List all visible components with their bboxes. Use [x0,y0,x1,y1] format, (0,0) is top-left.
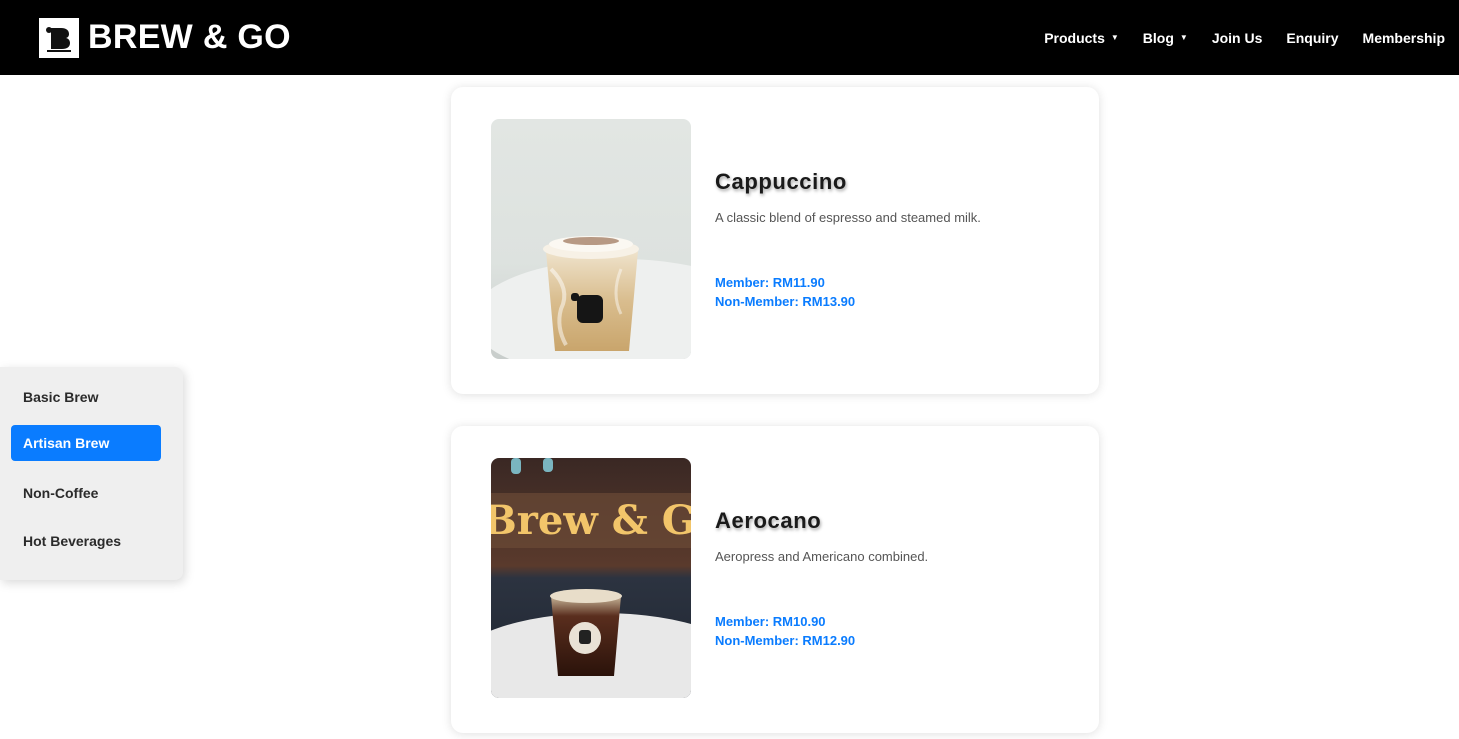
category-sidebar: Basic Brew Artisan Brew Non-Coffee Hot B… [0,367,183,580]
main-nav: Products ▼ Blog ▼ Join Us Enquiry Member… [1020,26,1445,50]
product-photo-aerocano: Brew & Go [491,458,691,698]
nav-label: Blog [1142,30,1174,46]
nav-join-us[interactable]: Join Us [1212,26,1263,50]
non-member-price: Non-Member: RM13.90 [715,294,856,309]
site-header: BREW & GO Products ▼ Blog ▼ Join Us Enqu… [0,0,1459,75]
nav-products[interactable]: Products ▼ [1044,26,1119,50]
shop-sign: Brew & Go [491,497,691,544]
member-price: Member: RM10.90 [715,614,826,629]
nav-label: Join Us [1211,30,1263,46]
product-name: Cappuccino [715,169,847,194]
nav-membership[interactable]: Membership [1363,26,1445,50]
non-member-price: Non-Member: RM12.90 [715,633,856,648]
caret-down-icon: ▼ [1179,33,1188,42]
product-photo-cappuccino [491,119,691,359]
caret-down-icon: ▼ [1110,33,1119,42]
nav-enquiry[interactable]: Enquiry [1286,26,1338,50]
sidebar-item-artisan-brew[interactable]: Artisan Brew [11,425,161,461]
brand-name[interactable]: BREW & GO [88,17,291,57]
product-description: A classic blend of espresso and steamed … [715,210,981,225]
member-price: Member: RM11.90 [715,275,825,290]
sidebar-item-hot-beverages[interactable]: Hot Beverages [11,523,161,559]
nav-label: Enquiry [1286,30,1339,46]
product-card: Cappuccino A classic blend of espresso a… [451,87,1099,394]
product-name: Aerocano [715,508,822,533]
nav-label: Products [1044,30,1105,46]
product-description: Aeropress and Americano combined. [715,549,929,564]
product-card: Brew & Go Aerocano Aeropress and America… [451,426,1099,733]
nav-blog[interactable]: Blog ▼ [1143,26,1188,50]
sidebar-item-basic-brew[interactable]: Basic Brew [11,379,161,415]
nav-label: Membership [1362,30,1445,46]
brand-logo-icon[interactable] [39,18,79,58]
sidebar-item-non-coffee[interactable]: Non-Coffee [11,475,161,511]
